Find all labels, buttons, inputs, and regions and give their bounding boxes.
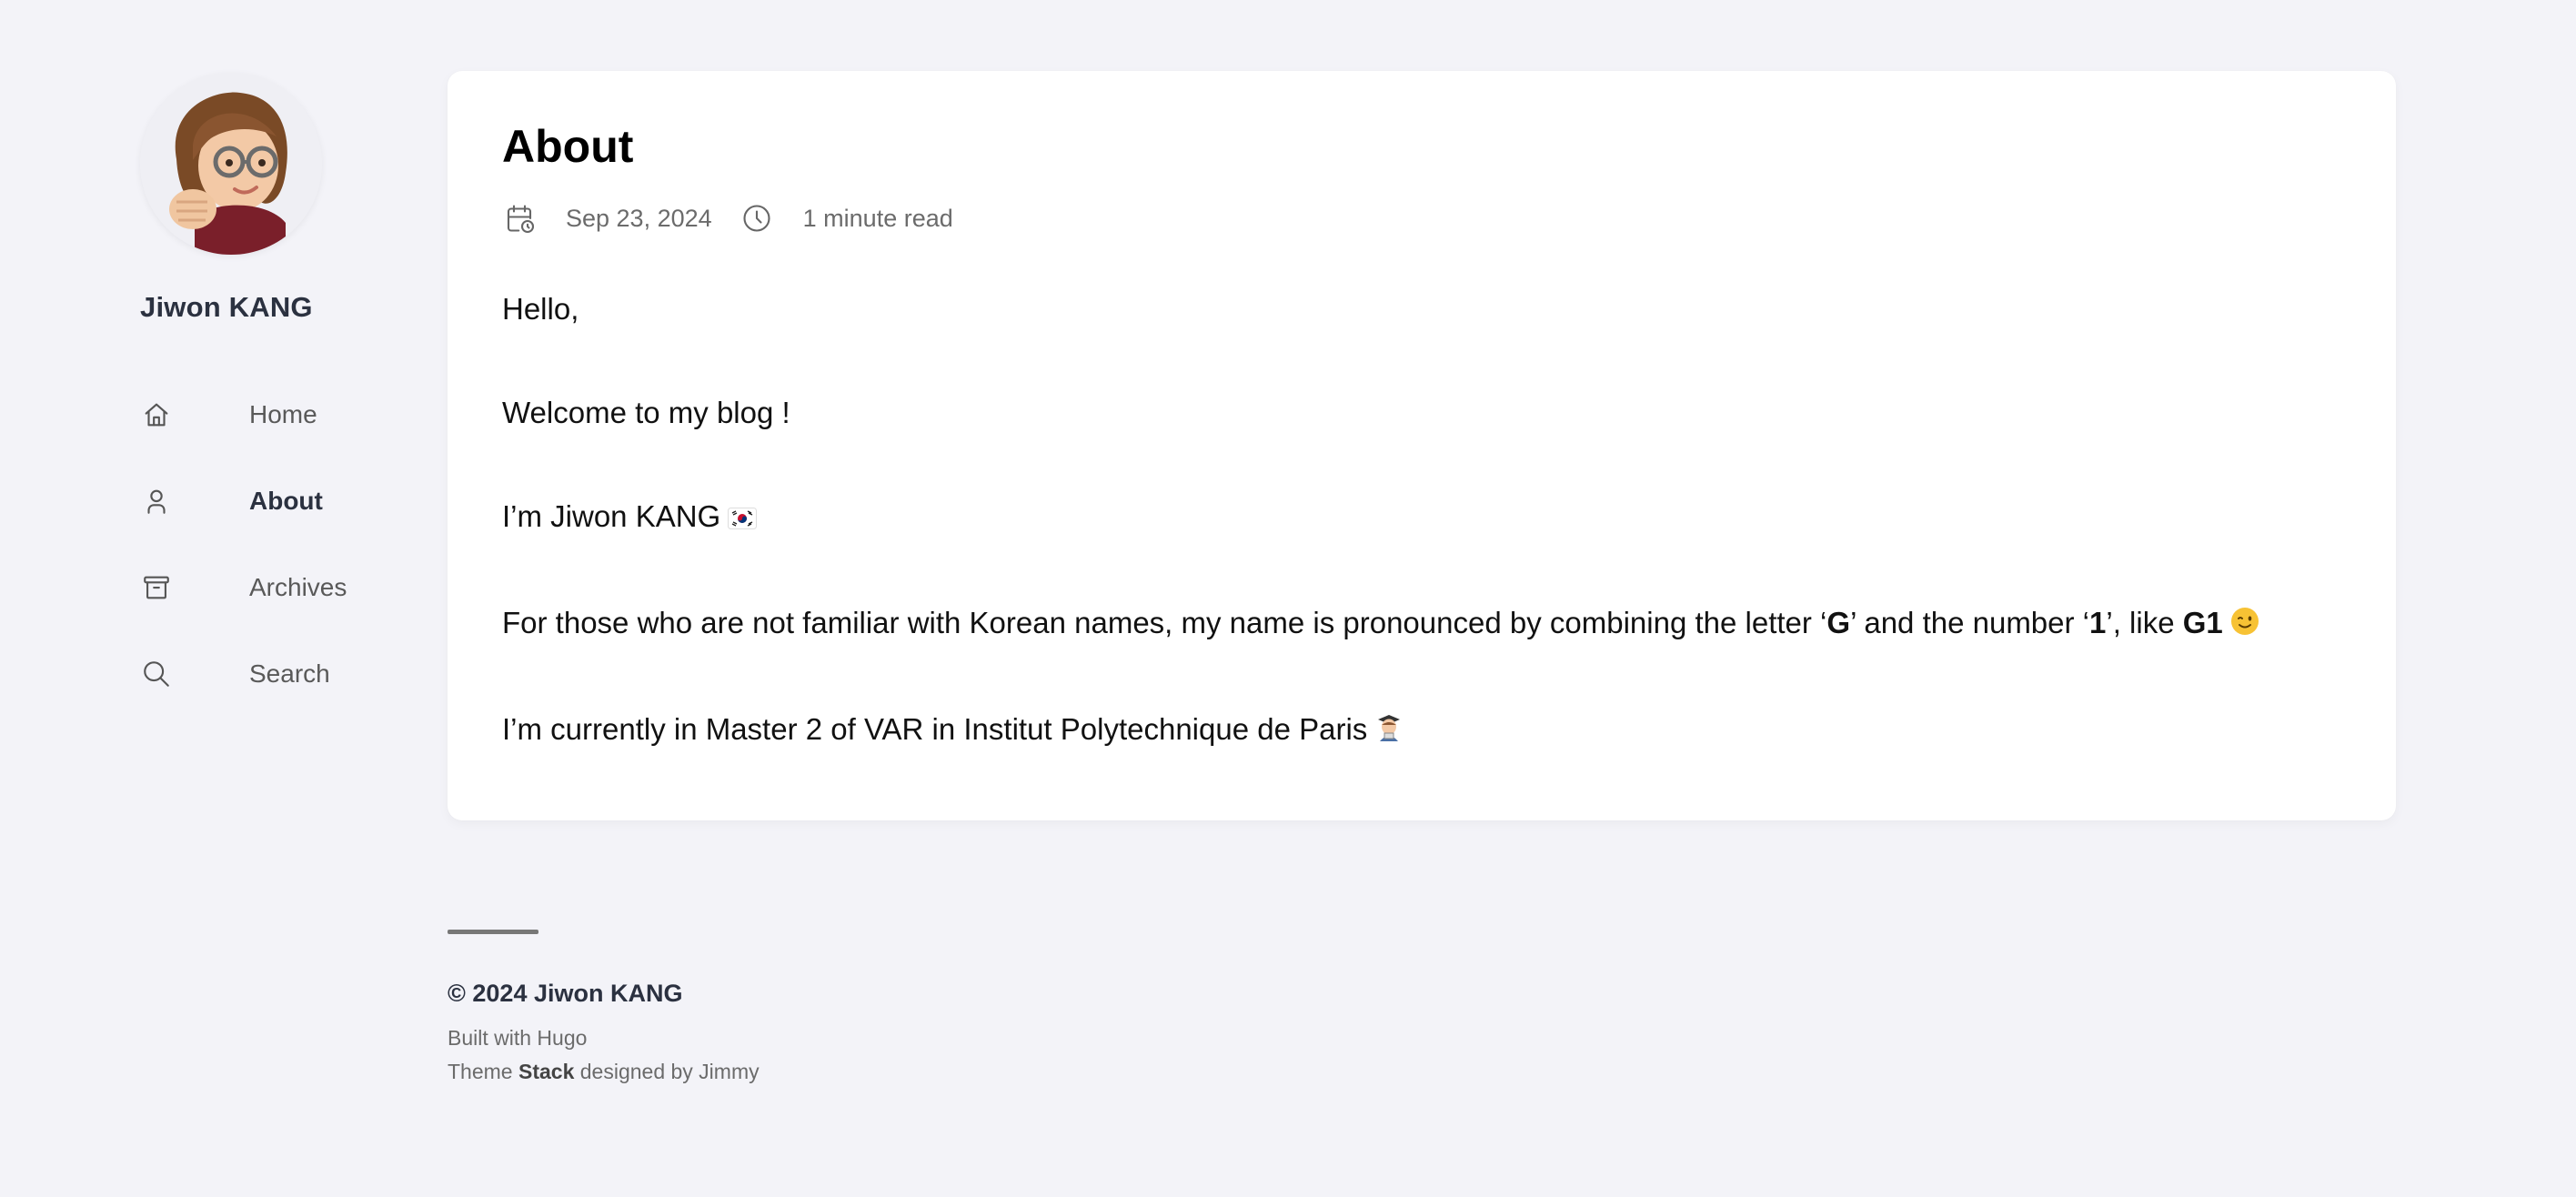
- sidebar-item-search[interactable]: Search: [140, 630, 413, 717]
- paragraph: Hello,: [502, 292, 579, 326]
- footer-divider: [448, 930, 538, 934]
- article-content: Hello, Welcome to my blog ! I’m Jiwon KA…: [502, 290, 2341, 751]
- student-icon: [1374, 711, 1404, 752]
- sidebar-menu: Home About Archives Search: [140, 371, 413, 717]
- sidebar: Jiwon KANG Home About Archives Search: [140, 73, 413, 717]
- footer-theme: Theme Stack designed by Jimmy: [448, 1060, 760, 1083]
- search-icon: [140, 658, 173, 690]
- article-meta: Sep 23, 2024 1 minute read: [502, 201, 2341, 236]
- site-name[interactable]: Jiwon KANG: [140, 291, 413, 324]
- sidebar-item-label: About: [249, 486, 323, 515]
- home-icon: [140, 398, 173, 431]
- sidebar-item-label: Archives: [249, 572, 347, 601]
- footer-copyright: © 2024 Jiwon KANG: [448, 980, 683, 1007]
- page-title: About: [502, 121, 634, 172]
- article-card: About Sep 23, 2024 1 minute read Hello, …: [448, 71, 2396, 820]
- user-icon: [140, 485, 173, 518]
- paragraph: For those who are not familiar with Kore…: [502, 604, 2341, 646]
- built-with-link[interactable]: Built with Hugo: [448, 1026, 587, 1050]
- paragraph: Welcome to my blog !: [502, 395, 790, 429]
- theme-link[interactable]: Stack: [518, 1060, 574, 1083]
- memoji-avatar-icon: [140, 73, 322, 255]
- paragraph: I’m currently in Master 2 of VAR in Inst…: [502, 710, 2341, 752]
- clock-icon: [740, 201, 774, 236]
- sidebar-item-home[interactable]: Home: [140, 371, 413, 458]
- sidebar-item-archives[interactable]: Archives: [140, 544, 413, 630]
- archive-icon: [140, 571, 173, 604]
- article-date: Sep 23, 2024: [566, 204, 712, 232]
- sidebar-item-about[interactable]: About: [140, 458, 413, 544]
- avatar[interactable]: [140, 73, 322, 255]
- sidebar-item-label: Home: [249, 399, 317, 428]
- korea-flag-icon: [728, 500, 758, 539]
- sidebar-item-label: Search: [249, 659, 330, 688]
- site-footer: © 2024 Jiwon KANG Built with Hugo Theme …: [448, 930, 1175, 1084]
- page: Jiwon KANG Home About Archives Search Ab…: [0, 0, 2576, 1197]
- calendar-icon: [502, 201, 537, 236]
- paragraph: I’m Jiwon KANG: [502, 498, 2341, 539]
- winking-face-icon: [2230, 607, 2259, 646]
- footer-built-with: Built with Hugo: [448, 1026, 1175, 1051]
- reading-time: 1 minute read: [802, 204, 953, 232]
